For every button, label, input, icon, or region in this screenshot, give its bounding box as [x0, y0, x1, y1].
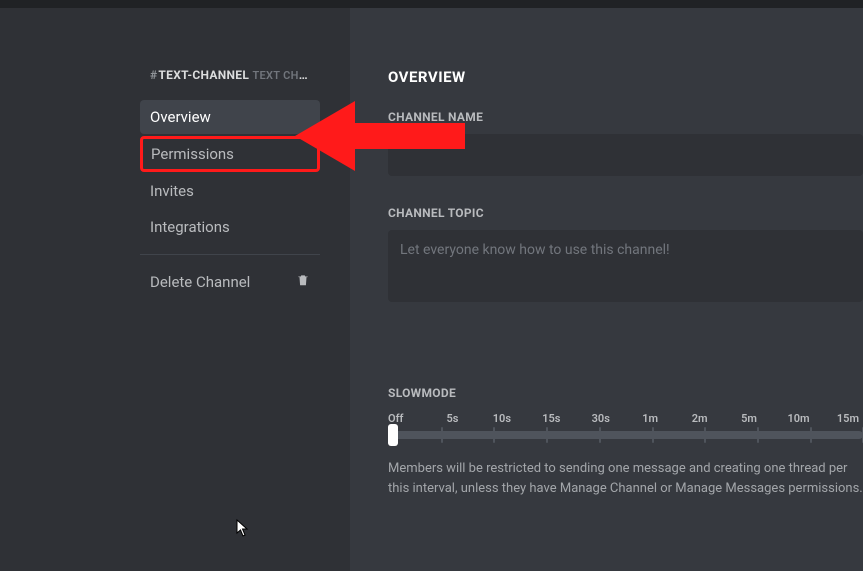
channel-name-label: CHANNEL NAME [388, 110, 863, 124]
tick-10m: 10m [784, 412, 814, 425]
channel-name-input[interactable] [388, 134, 863, 176]
slowmode-label: SLOWMODE [388, 386, 863, 400]
tick-1m: 1m [635, 412, 665, 425]
tick-5s: 5s [437, 412, 467, 425]
tick-10s: 10s [487, 412, 517, 425]
nav-overview-label: Overview [150, 108, 211, 126]
nav-invites-label: Invites [150, 182, 194, 200]
tick-2m: 2m [685, 412, 715, 425]
nav-invites[interactable]: Invites [140, 174, 320, 208]
settings-sidebar: #TEXT-CHANNEL TEXT CHA... Overview Permi… [0, 8, 350, 571]
nav-permissions[interactable]: Permissions [140, 136, 320, 172]
page-title: OVERVIEW [388, 68, 863, 86]
titlebar [0, 0, 863, 8]
tick-30s: 30s [586, 412, 616, 425]
nav-integrations[interactable]: Integrations [140, 210, 320, 244]
delete-channel-button[interactable]: Delete Channel [140, 265, 320, 299]
channel-topic-label: CHANNEL TOPIC [388, 206, 863, 220]
channel-name-upper: TEXT-CHANNEL [158, 68, 249, 82]
delete-channel-label: Delete Channel [150, 273, 250, 291]
settings-content: OVERVIEW CHANNEL NAME CHANNEL TOPIC SLOW… [350, 8, 863, 571]
channel-topic-input[interactable] [388, 230, 863, 302]
slowmode-slider-wrap: Off 5s 10s 15s 30s 1m 2m 5m 10m 15m [388, 412, 863, 439]
slowmode-slider-handle[interactable] [388, 424, 398, 446]
sidebar-divider [140, 254, 320, 255]
slowmode-helper-text: Members will be restricted to sending on… [388, 459, 863, 498]
nav-integrations-label: Integrations [150, 218, 230, 236]
hash-icon: # [150, 68, 157, 82]
slowmode-slider[interactable] [388, 431, 863, 439]
channel-header: #TEXT-CHANNEL TEXT CHA... [150, 68, 310, 82]
nav-overview[interactable]: Overview [140, 100, 320, 134]
trash-icon [296, 273, 310, 291]
channel-subtext: TEXT CHA... [252, 68, 310, 82]
tick-5m: 5m [734, 412, 764, 425]
layout-container: #TEXT-CHANNEL TEXT CHA... Overview Permi… [0, 8, 863, 571]
tick-15s: 15s [536, 412, 566, 425]
nav-permissions-label: Permissions [151, 145, 234, 163]
tick-15m: 15m [833, 412, 863, 425]
slowmode-tick-labels: Off 5s 10s 15s 30s 1m 2m 5m 10m 15m [388, 412, 863, 425]
